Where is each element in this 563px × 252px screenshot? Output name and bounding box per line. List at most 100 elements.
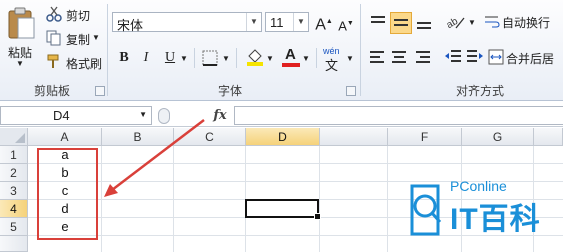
copy-button[interactable]: 复制 ▼ <box>46 30 106 48</box>
format-painter-button[interactable]: 格式刷 <box>46 54 106 72</box>
chevron-down-icon[interactable]: ▼ <box>180 54 188 63</box>
align-right-button[interactable] <box>414 48 434 68</box>
merge-cells-icon <box>488 49 504 65</box>
align-center-button[interactable] <box>390 48 410 68</box>
column-header-g[interactable]: G <box>462 128 534 146</box>
insert-function-button[interactable]: fx <box>208 106 232 125</box>
middle-align-button[interactable] <box>390 12 412 34</box>
font-name-select[interactable]: 宋体 ▼ <box>112 12 262 33</box>
decrease-indent-icon[interactable] <box>444 48 462 66</box>
clipboard-group-label: 剪贴板 <box>33 84 70 98</box>
font-name-value: 宋体 <box>117 18 144 33</box>
active-cell-d4[interactable] <box>245 199 321 220</box>
font-size-select[interactable]: 11 ▼ <box>265 12 309 32</box>
highlight-box <box>37 148 98 240</box>
row-header-6[interactable] <box>0 236 28 252</box>
fill-color-icon[interactable] <box>246 48 264 66</box>
line <box>392 51 406 53</box>
clipboard-dialog-launcher-icon[interactable] <box>95 86 105 96</box>
wrap-text-icon <box>485 16 500 28</box>
row-header-4[interactable]: 4 <box>0 200 28 218</box>
font-color-button[interactable]: A <box>282 46 300 68</box>
line <box>416 51 430 53</box>
format-painter-icon <box>47 54 59 68</box>
column-header-b[interactable]: B <box>102 128 174 146</box>
align-left-button[interactable] <box>368 48 388 68</box>
column-header-f[interactable]: F <box>388 128 462 146</box>
font-color-glyph: A <box>285 46 296 63</box>
formula-input[interactable] <box>234 106 563 125</box>
orientation-icon[interactable]: ab <box>444 12 466 32</box>
chevron-down-icon[interactable]: ▼ <box>139 110 147 119</box>
font-size-value: 11 <box>270 15 284 30</box>
row-header-1[interactable]: 1 <box>0 146 28 164</box>
watermark-logo-text: IT百科 <box>450 203 541 236</box>
chevron-down-icon[interactable]: ▼ <box>302 54 310 63</box>
line <box>371 21 385 23</box>
column-header-d[interactable]: D <box>246 128 320 146</box>
chevron-down-icon: ▼ <box>293 13 308 31</box>
line <box>371 16 385 18</box>
line <box>394 56 404 58</box>
name-box-value: D4 <box>53 108 70 123</box>
bold-glyph: B <box>119 50 129 65</box>
italic-button[interactable]: I <box>136 48 156 68</box>
top-align-button[interactable] <box>368 12 388 32</box>
merge-center-label: 合并后居 <box>506 52 555 66</box>
underline-button[interactable]: U <box>160 48 180 68</box>
gridline <box>28 163 563 164</box>
column-header-e[interactable] <box>320 128 388 146</box>
chevron-down-icon[interactable]: ▼ <box>346 54 354 63</box>
line <box>420 56 430 58</box>
formula-bar-splitter[interactable] <box>158 108 170 124</box>
line <box>394 24 408 26</box>
line <box>392 61 406 63</box>
line <box>417 27 431 29</box>
column-header-c[interactable]: C <box>174 128 246 146</box>
phonetic-guide-button[interactable]: wén 文 <box>322 46 344 73</box>
select-all-corner[interactable] <box>0 128 28 146</box>
wrap-text-button[interactable]: 自动换行 <box>484 12 563 32</box>
divider <box>316 48 317 68</box>
watermark-brand: PConline <box>450 178 507 194</box>
corner-triangle-icon <box>15 133 25 143</box>
divider <box>194 48 195 68</box>
pconline-logo-icon <box>410 184 442 236</box>
cut-label: 剪切 <box>66 9 91 23</box>
increase-indent-icon[interactable] <box>466 48 484 66</box>
line <box>370 61 384 63</box>
name-box[interactable]: D4 ▼ <box>0 106 152 125</box>
merge-center-button[interactable]: 合并后居 <box>488 48 563 68</box>
fill-handle[interactable] <box>314 213 321 220</box>
row-header-2[interactable]: 2 <box>0 164 28 182</box>
line <box>417 22 431 24</box>
divider <box>236 48 237 68</box>
column-header-h[interactable] <box>534 128 563 146</box>
underline-glyph: U <box>164 50 176 65</box>
chevron-down-icon[interactable]: ▼ <box>222 54 230 63</box>
copy-icon <box>46 30 61 46</box>
chevron-down-icon[interactable]: ▼ <box>266 54 274 63</box>
cut-button[interactable]: 剪切 <box>46 6 106 24</box>
scissors-icon <box>46 6 62 22</box>
shrink-font-glyph: A <box>338 18 347 34</box>
font-group-label: 字体 <box>217 84 242 98</box>
bottom-align-button[interactable] <box>414 12 434 32</box>
line <box>416 61 430 63</box>
row-header-3[interactable]: 3 <box>0 182 28 200</box>
chevron-down-icon[interactable]: ▼ <box>468 18 476 27</box>
shrink-font-button[interactable]: A▼ <box>336 14 356 34</box>
borders-icon[interactable] <box>202 50 218 66</box>
bold-button[interactable]: B <box>114 48 134 68</box>
line <box>394 19 408 21</box>
wrap-text-label: 自动换行 <box>502 16 551 30</box>
chevron-down-icon: ▼ <box>16 59 24 68</box>
paste-button[interactable]: 粘贴 ▼ <box>4 4 38 70</box>
format-painter-label: 格式刷 <box>66 57 103 71</box>
up-arrow-icon: ▲ <box>325 18 333 25</box>
chevron-down-icon: ▼ <box>246 13 261 31</box>
grow-font-button[interactable]: A▲ <box>314 12 334 33</box>
row-header-5[interactable]: 5 <box>0 218 28 236</box>
font-dialog-launcher-icon[interactable] <box>346 86 356 96</box>
column-header-a[interactable]: A <box>28 128 102 146</box>
